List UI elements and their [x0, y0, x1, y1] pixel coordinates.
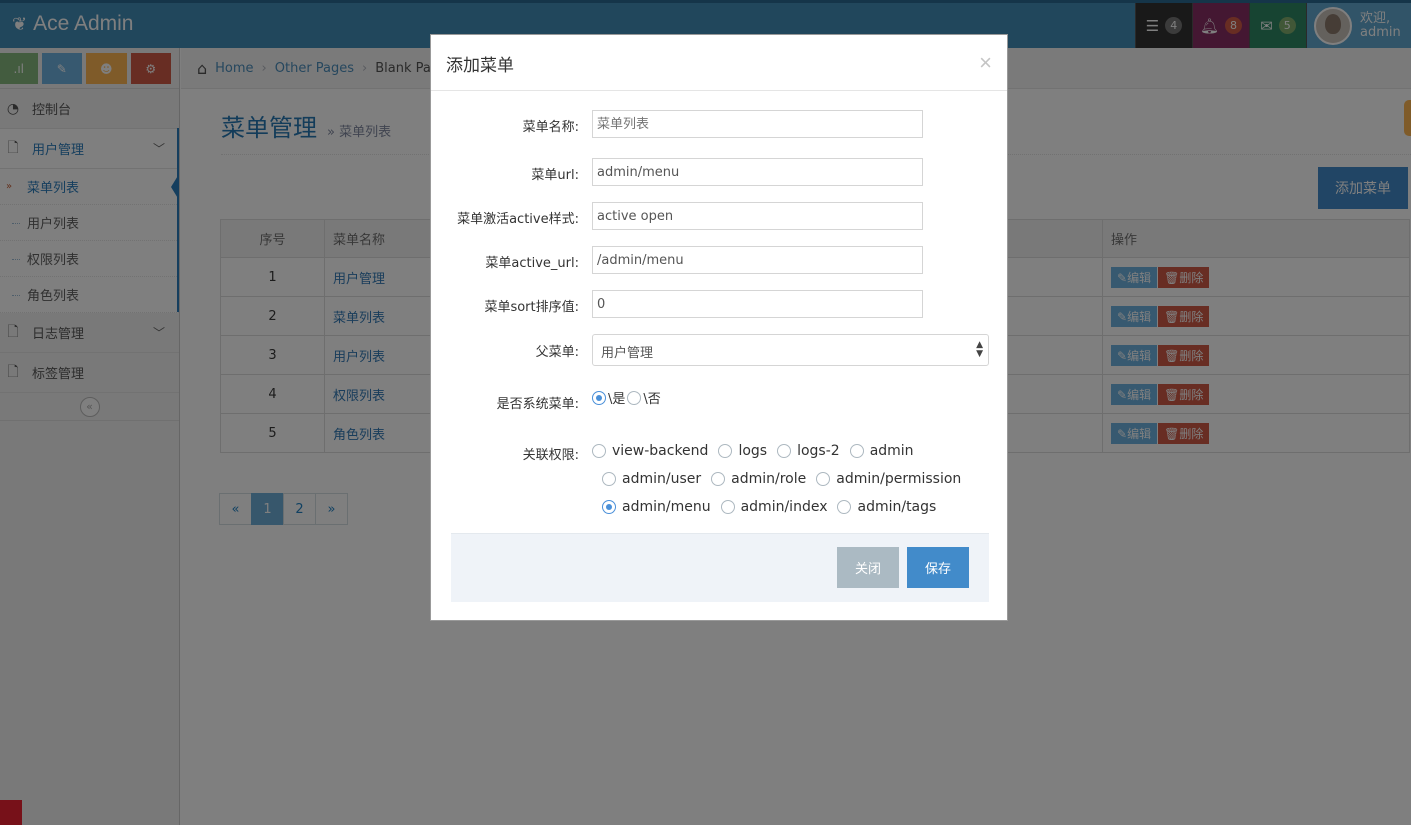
system-yes-label: \是 [608, 392, 626, 407]
active-url-input[interactable] [592, 246, 923, 274]
field-label: 菜单名称: [522, 120, 579, 135]
add-menu-modal: 添加菜单 × 菜单名称: 菜单url: 菜单激活active样式: 菜单acti… [430, 34, 1008, 621]
permission-radio[interactable] [602, 472, 616, 486]
permission-radio[interactable] [837, 500, 852, 514]
permission-label: admin/role [731, 471, 807, 487]
active-class-input[interactable] [592, 202, 923, 230]
system-no-label: \否 [643, 392, 661, 407]
system-no-radio[interactable] [627, 390, 642, 405]
field-label: 是否系统菜单: [496, 397, 579, 412]
field-label: 菜单active_url: [485, 256, 579, 271]
permission-option[interactable]: admin/permission [816, 471, 961, 487]
form-row-sort: 菜单sort排序值: [431, 290, 1009, 318]
permission-label: logs-2 [797, 443, 840, 459]
field-label: 父菜单: [535, 345, 579, 360]
form-row-active-url: 菜单active_url: [431, 246, 1009, 274]
permission-option[interactable]: admin/user [602, 471, 701, 487]
permission-option[interactable]: logs [718, 443, 767, 459]
form-row-url: 菜单url: [431, 158, 1009, 186]
close-button[interactable]: 关闭 [837, 547, 899, 588]
permission-radio-selected[interactable] [602, 500, 616, 514]
field-label: 菜单url: [531, 168, 579, 183]
permission-radio[interactable] [592, 444, 606, 458]
menu-url-input[interactable] [592, 158, 923, 186]
field-label: 菜单sort排序值: [484, 300, 579, 315]
permission-option[interactable]: admin/tags [837, 499, 936, 515]
select-arrows-icon: ▲ ▼ [976, 340, 983, 359]
menu-name-input[interactable] [592, 110, 923, 138]
system-yes-radio[interactable] [592, 390, 606, 405]
permission-label: logs [738, 443, 768, 459]
modal-title: 添加菜单 [446, 56, 514, 76]
permission-option[interactable]: admin/role [711, 471, 806, 487]
form-row-system: 是否系统菜单: \是 \否 [431, 388, 1009, 416]
modal-header: 添加菜单 × [431, 35, 1007, 91]
form-row-active-class: 菜单激活active样式: [431, 202, 1009, 230]
permission-label: admin/index [740, 499, 828, 515]
permission-label: admin [869, 443, 914, 459]
form-row-parent: 父菜单: 用户管理 ▲ ▼ [431, 334, 1009, 366]
modal-footer: 关闭 保存 [451, 533, 989, 602]
sort-input[interactable] [592, 290, 923, 318]
field-label: 菜单激活active样式: [457, 212, 579, 227]
parent-menu-value: 用户管理 [601, 346, 654, 361]
permission-option[interactable]: admin/menu [602, 499, 711, 515]
permission-label: admin/menu [622, 499, 711, 515]
permission-label: admin/user [622, 471, 702, 487]
permission-label: admin/tags [857, 499, 937, 515]
form-row-name: 菜单名称: [431, 110, 1009, 138]
permission-option[interactable]: view-backend [592, 443, 708, 459]
field-label: 关联权限: [522, 448, 579, 463]
permission-radio[interactable] [849, 444, 864, 458]
permission-label: admin/permission [836, 471, 962, 487]
permission-option[interactable]: logs-2 [777, 443, 840, 459]
permission-radio[interactable] [711, 472, 726, 486]
close-icon[interactable]: × [979, 50, 992, 76]
permission-option[interactable]: admin [849, 443, 914, 459]
permission-label: view-backend [612, 443, 709, 459]
permission-radio[interactable] [777, 444, 792, 458]
save-button[interactable]: 保存 [907, 547, 969, 588]
permission-radio[interactable] [720, 500, 735, 514]
permissions-radio-group: view-backend logs logs-2 admin admin/use… [592, 437, 992, 521]
permission-option[interactable]: admin/index [720, 499, 828, 515]
permission-radio[interactable] [816, 472, 831, 486]
parent-menu-select[interactable]: 用户管理 ▲ ▼ [592, 334, 989, 366]
permission-radio[interactable] [718, 444, 733, 458]
